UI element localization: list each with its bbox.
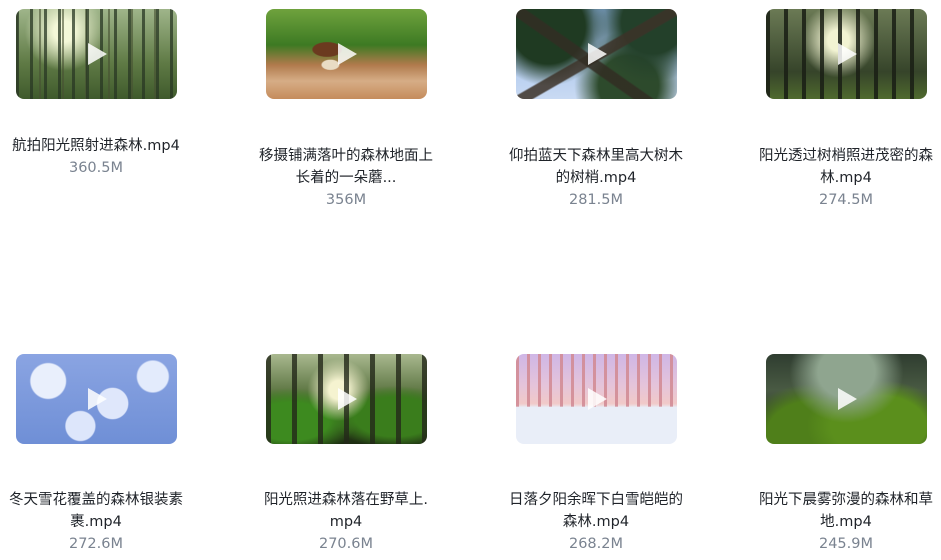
video-thumbnail[interactable]	[766, 354, 927, 444]
video-size: 360.5M	[68, 160, 124, 176]
video-tile[interactable]: 阳光照进森林落在野草上. mp4 270.6M	[251, 345, 461, 560]
video-name-line: 长着的一朵蘑...	[295, 170, 397, 186]
video-name-line: 移摄铺满落叶的森林地面上	[259, 148, 433, 164]
video-tile[interactable]: 仰拍蓝天下森林里高大树木 的树梢.mp4 281.5M	[501, 0, 711, 220]
video-tile[interactable]: 日落夕阳余晖下白雪皑皑的 森林.mp4 268.2M	[501, 345, 711, 560]
video-name-line: 地.mp4	[820, 514, 872, 530]
play-icon[interactable]	[836, 42, 858, 66]
video-thumbnail[interactable]	[266, 354, 427, 444]
play-icon[interactable]	[336, 42, 358, 66]
video-name-line: 森林.mp4	[562, 514, 630, 530]
video-size: 245.9M	[818, 536, 874, 552]
video-name-line: 仰拍蓝天下森林里高大树木	[509, 148, 683, 164]
video-name-line: 裹.mp4	[70, 514, 122, 530]
video-thumbnail[interactable]	[16, 9, 177, 99]
video-tile[interactable]: 移摄铺满落叶的森林地面上 长着的一朵蘑... 356M	[251, 0, 461, 220]
play-icon[interactable]	[586, 42, 608, 66]
play-icon[interactable]	[586, 387, 608, 411]
video-name-line: 日落夕阳余晖下白雪皑皑的	[509, 492, 683, 508]
video-name-line: 阳光透过树梢照进茂密的森	[759, 148, 933, 164]
video-thumbnail[interactable]	[16, 354, 177, 444]
video-name-line: 阳光下晨雾弥漫的森林和草	[759, 492, 933, 508]
video-name[interactable]: 阳光下晨雾弥漫的森林和草 地.mp4 245.9M	[751, 489, 941, 555]
video-tile[interactable]: 航拍阳光照射进森林.mp4 360.5M	[1, 0, 211, 220]
video-name-line: 林.mp4	[820, 170, 872, 186]
video-name-line: 的树梢.mp4	[555, 170, 637, 186]
play-icon[interactable]	[86, 387, 108, 411]
video-size: 268.2M	[568, 536, 624, 552]
video-name[interactable]: 移摄铺满落叶的森林地面上 长着的一朵蘑... 356M	[251, 145, 441, 211]
video-name[interactable]: 日落夕阳余晖下白雪皑皑的 森林.mp4 268.2M	[501, 489, 691, 555]
video-thumbnail[interactable]	[766, 9, 927, 99]
video-size: 272.6M	[68, 536, 124, 552]
video-name[interactable]: 阳光透过树梢照进茂密的森 林.mp4 274.5M	[751, 145, 941, 211]
video-thumbnail[interactable]	[516, 9, 677, 99]
play-icon[interactable]	[836, 387, 858, 411]
video-thumbnail[interactable]	[516, 354, 677, 444]
play-icon[interactable]	[336, 387, 358, 411]
video-name-line: 阳光照进森林落在野草上.	[263, 492, 429, 508]
video-tile[interactable]: 阳光下晨雾弥漫的森林和草 地.mp4 245.9M	[751, 345, 941, 560]
video-name-line: 航拍阳光照射进森林.mp4	[12, 138, 180, 154]
video-grid: 航拍阳光照射进森林.mp4 360.5M 移摄铺满落叶的森林地面上 长着的一朵蘑…	[0, 0, 941, 560]
video-size: 270.6M	[318, 536, 374, 552]
video-name[interactable]: 阳光照进森林落在野草上. mp4 270.6M	[251, 489, 441, 555]
video-tile[interactable]: 阳光透过树梢照进茂密的森 林.mp4 274.5M	[751, 0, 941, 220]
video-tile[interactable]: 冬天雪花覆盖的森林银装素 裹.mp4 272.6M	[1, 345, 211, 560]
video-size: 356M	[325, 192, 367, 208]
video-name-line: 冬天雪花覆盖的森林银装素	[9, 492, 183, 508]
video-size: 281.5M	[568, 192, 624, 208]
video-name[interactable]: 仰拍蓝天下森林里高大树木 的树梢.mp4 281.5M	[501, 145, 691, 211]
video-name[interactable]: 冬天雪花覆盖的森林银装素 裹.mp4 272.6M	[1, 489, 191, 555]
video-size: 274.5M	[818, 192, 874, 208]
play-icon[interactable]	[86, 42, 108, 66]
video-name-line: mp4	[329, 514, 363, 530]
video-name[interactable]: 航拍阳光照射进森林.mp4 360.5M	[1, 135, 191, 179]
video-thumbnail[interactable]	[266, 9, 427, 99]
